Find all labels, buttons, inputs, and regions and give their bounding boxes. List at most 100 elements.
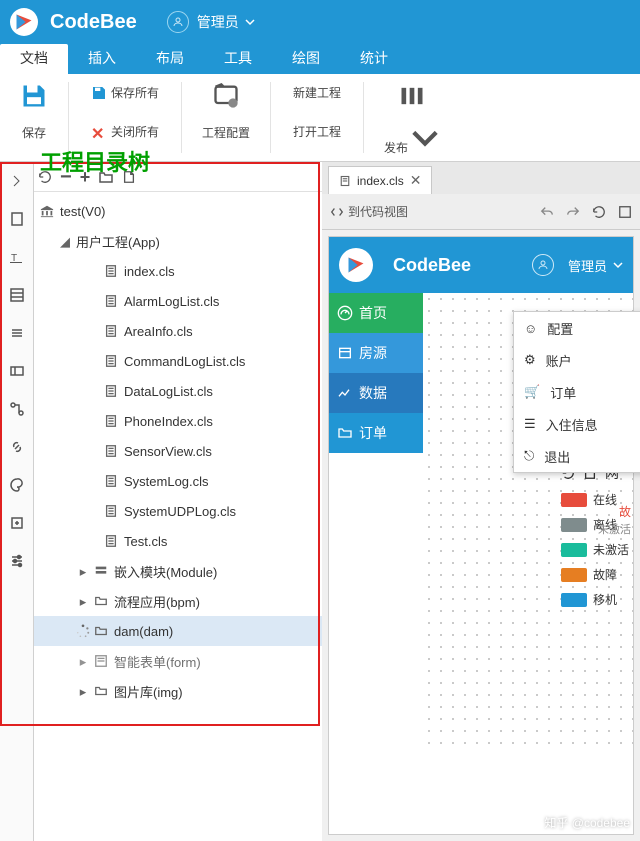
editor-area: index.cls ✕ 到代码视图 CodeBee (322, 162, 640, 841)
code-view-button[interactable]: 到代码视图 (330, 203, 408, 220)
tree-file[interactable]: AlarmLogList.cls (34, 286, 322, 316)
sidebar-doc-icon[interactable] (0, 200, 33, 238)
save-icon[interactable] (618, 205, 632, 219)
tree-file[interactable]: CommandLogList.cls (34, 346, 322, 376)
file-icon (104, 414, 118, 428)
sidebar-expand2-icon[interactable] (0, 504, 33, 542)
menu-tab-draw[interactable]: 绘图 (272, 44, 340, 74)
annotation-label: 工程目录树 (40, 145, 150, 177)
preview-body: 首页 房源 数据 订单 (329, 293, 633, 753)
new-project-button[interactable]: 新建工程 (289, 82, 345, 103)
chevron-down-icon[interactable] (245, 15, 255, 30)
sidebar-frame-icon[interactable] (0, 352, 33, 390)
caret-down-icon: ◢ (58, 234, 72, 248)
preview-canvas: CodeBee 管理员 首页 房源 (328, 236, 634, 835)
sidebar-lines-icon[interactable] (0, 314, 33, 352)
menu-account[interactable]: ⚙账户 (514, 344, 640, 376)
undo-icon[interactable] (540, 205, 554, 219)
preview-logo (339, 248, 373, 282)
main-area: T − + test(V0) ◢ 用户工程(App) ind (0, 162, 640, 841)
tree-file[interactable]: Test.cls (34, 526, 322, 556)
left-sidebar: T (0, 162, 34, 841)
caret-right-icon: ▸ (76, 594, 90, 608)
project-config-button[interactable]: 工程配置 (194, 82, 258, 141)
menu-bar: 文档 插入 布局 工具 绘图 统计 (0, 44, 640, 74)
file-icon (104, 534, 118, 548)
sidebar-expand-icon[interactable] (0, 162, 33, 200)
sidebar-list-icon[interactable] (0, 276, 33, 314)
user-name[interactable]: 管理员 (197, 12, 239, 32)
nav-home[interactable]: 首页 (329, 293, 423, 333)
tree-form-folder[interactable]: ▸ 智能表单(form) (34, 646, 322, 676)
editor-tab[interactable]: index.cls ✕ (328, 166, 432, 194)
smile-icon: ☺ (524, 321, 537, 336)
menu-order[interactable]: 🛒订单 (514, 376, 640, 408)
menu-tab-insert[interactable]: 插入 (68, 44, 136, 74)
legend-row: 故障 (561, 566, 629, 583)
tree-file[interactable]: DataLogList.cls (34, 376, 322, 406)
nav-order[interactable]: 订单 (329, 413, 423, 453)
menu-checkin[interactable]: ☰入住信息 (514, 408, 640, 440)
chevron-down-icon (613, 260, 623, 270)
watermark: 知乎 @codebee (544, 814, 630, 831)
app-logo (10, 8, 38, 36)
close-all-button[interactable]: ✕ 关闭所有 (87, 121, 163, 142)
save-all-button[interactable]: 保存所有 (87, 82, 163, 103)
preview-dropdown-menu: ☺配置 ⚙账户 🛒订单 ☰入住信息 ⎋退出 (513, 311, 640, 473)
sidebar-settings-icon[interactable] (0, 542, 33, 580)
legend-row: 移机 (561, 591, 629, 608)
bank-icon (40, 204, 54, 218)
tree-file[interactable]: index.cls (34, 256, 322, 286)
save-button[interactable]: 保存 (12, 82, 56, 141)
menu-tab-tools[interactable]: 工具 (204, 44, 272, 74)
tree-root[interactable]: test(V0) (34, 196, 322, 226)
sidebar-palette-icon[interactable] (0, 466, 33, 504)
exit-icon: ⎋ (524, 448, 534, 464)
file-icon (104, 354, 118, 368)
sidebar-text-icon[interactable]: T (0, 238, 33, 276)
tree-dam-folder[interactable]: dam(dam) (34, 616, 322, 646)
tree-file[interactable]: PhoneIndex.cls (34, 406, 322, 436)
app-title: CodeBee (50, 11, 137, 34)
form-icon (94, 654, 108, 668)
sidebar-link-icon[interactable] (0, 428, 33, 466)
menu-config[interactable]: ☺配置 (514, 312, 640, 344)
tree-file[interactable]: AreaInfo.cls (34, 316, 322, 346)
menu-tab-stats[interactable]: 统计 (340, 44, 408, 74)
gear-icon: ⚙ (524, 352, 536, 368)
project-tree: test(V0) ◢ 用户工程(App) index.clsAlarmLogLi… (34, 192, 322, 710)
tree-app-folder[interactable]: ◢ 用户工程(App) (34, 226, 322, 256)
nav-data[interactable]: 数据 (329, 373, 423, 413)
menu-tab-layout[interactable]: 布局 (136, 44, 204, 74)
menu-tab-doc[interactable]: 文档 (0, 44, 68, 74)
file-icon (104, 504, 118, 518)
caret-right-icon: ▸ (76, 684, 90, 698)
redo-icon[interactable] (566, 205, 580, 219)
nav-fang[interactable]: 房源 (329, 333, 423, 373)
publish-button[interactable]: 发布 (376, 82, 447, 156)
tree-file[interactable]: SystemUDPLog.cls (34, 496, 322, 526)
preview-user-menu[interactable]: 管理员 (532, 254, 623, 276)
tree-file[interactable]: SystemLog.cls (34, 466, 322, 496)
legend-swatch (561, 543, 587, 557)
tree-bpm-folder[interactable]: ▸ 流程应用(bpm) (34, 586, 322, 616)
file-icon (104, 474, 118, 488)
menu-exit[interactable]: ⎋退出 (514, 440, 640, 472)
editor-tabs: index.cls ✕ (322, 162, 640, 194)
project-tree-panel: − + test(V0) ◢ 用户工程(App) index.clsAlarmL… (34, 162, 322, 841)
legend-swatch (561, 493, 587, 507)
legend-swatch (561, 518, 587, 532)
tree-img-folder[interactable]: ▸ 图片库(img) (34, 676, 322, 706)
user-avatar-icon[interactable] (167, 11, 189, 33)
folder-icon (94, 624, 108, 638)
tree-file[interactable]: SensorView.cls (34, 436, 322, 466)
open-project-button[interactable]: 打开工程 (289, 121, 345, 142)
refresh-icon[interactable] (592, 205, 606, 219)
preview-content[interactable]: ☺配置 ⚙账户 🛒订单 ☰入住信息 ⎋退出 网 在线离线未激活故障移机 (423, 293, 633, 753)
cart-icon: 🛒 (524, 384, 540, 400)
close-icon[interactable]: ✕ (410, 172, 422, 189)
loading-icon (76, 624, 90, 638)
list-icon: ☰ (524, 416, 536, 432)
tree-module-folder[interactable]: ▸ 嵌入模块(Module) (34, 556, 322, 586)
sidebar-flow-icon[interactable] (0, 390, 33, 428)
